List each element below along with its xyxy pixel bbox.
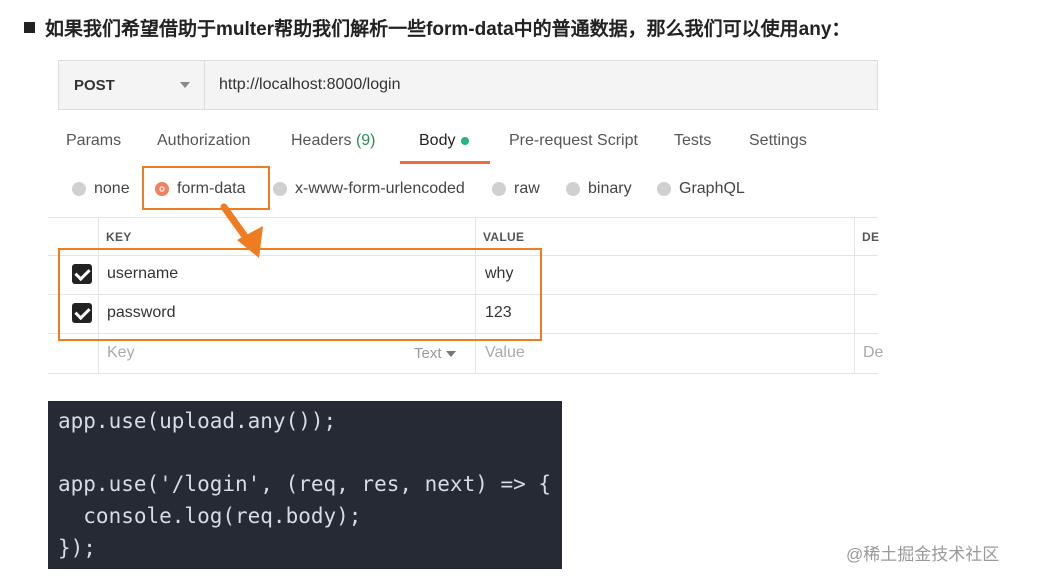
radio-icon bbox=[566, 182, 580, 196]
heading-text: 如果我们希望借助于multer帮助我们解析一些form-data中的普通数据，那… bbox=[45, 19, 851, 40]
radio-graphql[interactable]: GraphQL bbox=[657, 180, 745, 198]
tab-body-label: Body bbox=[419, 132, 456, 149]
divider bbox=[48, 373, 878, 374]
divider bbox=[854, 217, 855, 374]
tab-authorization[interactable]: Authorization bbox=[157, 132, 250, 150]
chevron-down-icon bbox=[180, 82, 190, 88]
section-heading: 如果我们希望借助于multer帮助我们解析一些form-data中的普通数据，那… bbox=[24, 14, 850, 41]
radio-none[interactable]: none bbox=[72, 180, 130, 198]
rows-highlight-box bbox=[58, 248, 542, 341]
url-input[interactable]: http://localhost:8000/login bbox=[205, 61, 400, 109]
radio-icon bbox=[273, 182, 287, 196]
divider bbox=[48, 217, 878, 218]
postman-panel: POST http://localhost:8000/login Params … bbox=[48, 52, 883, 374]
watermark: @稀土掘金技术社区 bbox=[846, 545, 1000, 564]
tab-headers-count: (9) bbox=[355, 132, 376, 149]
radio-label: none bbox=[94, 180, 130, 197]
column-header-key: KEY bbox=[106, 230, 132, 244]
description-input-placeholder[interactable]: De bbox=[863, 344, 883, 362]
key-input-placeholder[interactable]: Key bbox=[107, 344, 135, 362]
tab-params[interactable]: Params bbox=[66, 132, 121, 150]
radio-icon bbox=[72, 182, 86, 196]
type-select-label: Text bbox=[414, 345, 442, 362]
url-text: http://localhost:8000/login bbox=[219, 76, 401, 93]
radio-icon bbox=[492, 182, 506, 196]
radio-x-www-form-urlencoded[interactable]: x-www-form-urlencoded bbox=[273, 180, 465, 198]
code-line: app.use('/login', (req, res, next) => { bbox=[58, 472, 552, 496]
code-block: app.use(upload.any()); app.use('/login',… bbox=[48, 401, 562, 569]
arrow-icon bbox=[220, 203, 263, 258]
radio-raw[interactable]: raw bbox=[492, 180, 540, 198]
tab-headers[interactable]: Headers (9) bbox=[291, 132, 376, 150]
radio-icon bbox=[657, 182, 671, 196]
radio-label: GraphQL bbox=[679, 180, 745, 197]
code-line: }); bbox=[58, 536, 96, 560]
code-line: app.use(upload.any()); bbox=[58, 409, 337, 433]
column-header-description: DE bbox=[862, 230, 880, 244]
active-tab-indicator bbox=[400, 161, 490, 164]
method-select[interactable]: POST bbox=[59, 61, 205, 109]
status-dot-icon bbox=[461, 136, 470, 145]
radio-label: x-www-form-urlencoded bbox=[295, 180, 465, 197]
radio-binary[interactable]: binary bbox=[566, 180, 632, 198]
type-select[interactable]: Text bbox=[414, 345, 456, 362]
tab-settings[interactable]: Settings bbox=[749, 132, 807, 150]
tab-tests[interactable]: Tests bbox=[674, 132, 711, 150]
value-input-placeholder[interactable]: Value bbox=[485, 344, 525, 362]
radio-label: raw bbox=[514, 180, 540, 197]
tab-body[interactable]: Body bbox=[419, 132, 470, 150]
column-header-value: VALUE bbox=[483, 230, 525, 244]
caret-down-icon bbox=[445, 351, 456, 358]
code-line: console.log(req.body); bbox=[58, 504, 362, 528]
tab-pre-request-script[interactable]: Pre-request Script bbox=[509, 132, 638, 150]
tab-headers-label: Headers bbox=[291, 132, 352, 149]
method-label: POST bbox=[74, 76, 115, 94]
request-bar: POST http://localhost:8000/login bbox=[58, 60, 878, 110]
bullet-square-icon bbox=[24, 22, 35, 33]
radio-label: binary bbox=[588, 180, 632, 197]
